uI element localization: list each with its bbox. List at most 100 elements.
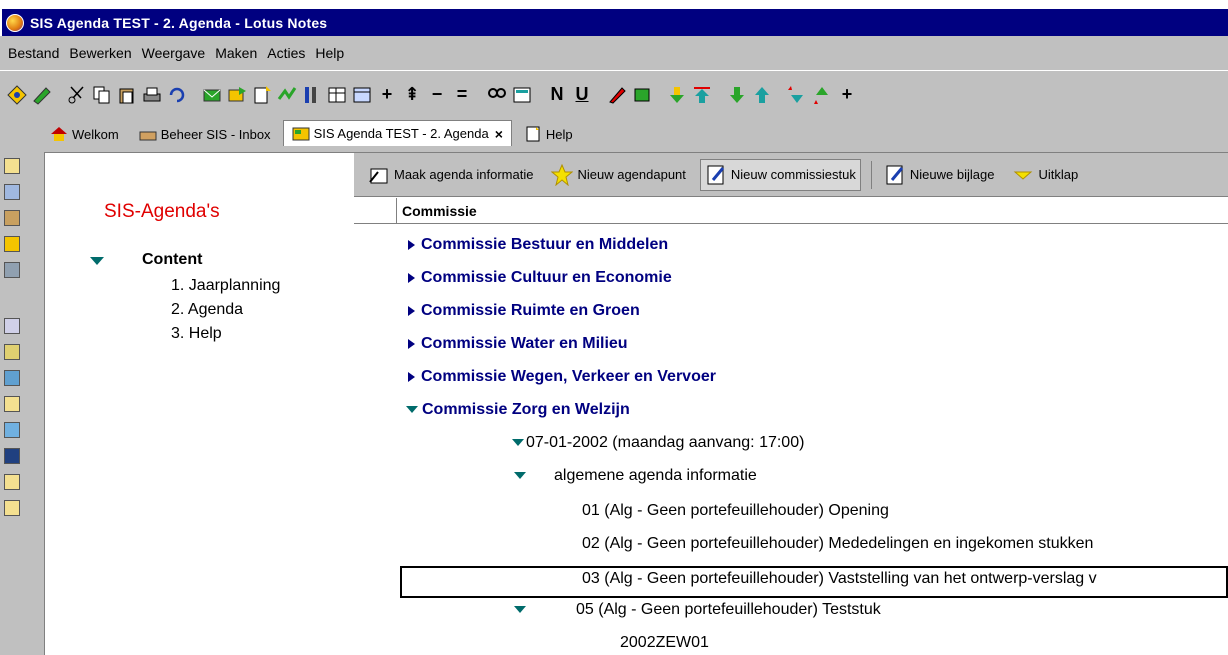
calendar-bookmark-icon[interactable] xyxy=(4,184,20,200)
document-title: 05 (Alg - Geen portefeuillehouder) Tests… xyxy=(576,601,881,618)
paste-icon[interactable] xyxy=(116,82,138,108)
expand-all-icon[interactable]: ⇞ xyxy=(401,82,423,108)
uitklap-button[interactable]: Uitklap xyxy=(1008,159,1082,191)
nav-section-content[interactable]: Content xyxy=(142,251,202,269)
favorites-bookmark-icon[interactable] xyxy=(4,344,20,360)
twistie-right-icon xyxy=(408,338,415,349)
close-icon[interactable]: × xyxy=(495,126,503,142)
search-icon[interactable] xyxy=(486,82,508,108)
button-label: Nieuw commissiestuk xyxy=(730,167,856,182)
response-row[interactable]: 2002ZEW01 xyxy=(354,634,1228,655)
category-row[interactable]: Commissie Water en Milieu xyxy=(354,335,1228,367)
replicator-bookmark-icon[interactable] xyxy=(4,262,20,278)
menu-maken[interactable]: Maken xyxy=(215,45,257,61)
menu-bestand[interactable]: Bestand xyxy=(8,45,59,61)
menu-bewerken[interactable]: Bewerken xyxy=(69,45,131,61)
category-row[interactable]: Commissie Wegen, Verkeer en Vervoer xyxy=(354,368,1228,400)
document-icon xyxy=(524,126,542,142)
sign-icon[interactable] xyxy=(276,82,298,108)
tab-beheer-inbox[interactable]: Beheer SIS - Inbox xyxy=(131,122,279,146)
button-label: Maak agenda informatie xyxy=(394,167,534,182)
category-label: Commissie Cultuur en Economie xyxy=(421,269,672,286)
next-doc-icon[interactable] xyxy=(726,82,748,108)
mail-icon[interactable] xyxy=(201,82,223,108)
web-bookmark-icon[interactable] xyxy=(4,370,20,386)
more-icon[interactable]: + xyxy=(836,82,858,108)
copy-icon[interactable] xyxy=(91,82,113,108)
menu-acties[interactable]: Acties xyxy=(267,45,305,61)
document-row[interactable]: 02 (Alg - Geen portefeuillehouder) Meded… xyxy=(354,535,1228,567)
prev-star-icon[interactable] xyxy=(811,82,833,108)
view-icon[interactable] xyxy=(351,82,373,108)
document-title: 03 (Alg - Geen portefeuillehouder) Vasts… xyxy=(582,570,1097,587)
navigate-icon[interactable] xyxy=(6,82,28,108)
attach-icon[interactable] xyxy=(631,82,653,108)
menu-help[interactable]: Help xyxy=(315,45,344,61)
search-bar-icon[interactable] xyxy=(511,82,533,108)
tab-label: Beheer SIS - Inbox xyxy=(160,126,271,142)
separator xyxy=(870,160,872,189)
forward-icon[interactable] xyxy=(226,82,248,108)
nav-item-agenda[interactable]: 2. Agenda xyxy=(171,301,243,319)
highlight-icon[interactable] xyxy=(606,82,628,108)
collapse-icon[interactable]: − xyxy=(426,82,448,108)
date-category-row[interactable]: 07-01-2002 (maandag aanvang: 17:00) xyxy=(354,434,1228,466)
news-bookmark-icon[interactable] xyxy=(4,448,20,464)
move-top-icon[interactable] xyxy=(691,82,713,108)
tab-sis-agenda[interactable]: SIS Agenda TEST - 2. Agenda × xyxy=(282,120,512,146)
category-row[interactable]: Commissie Ruimte en Groen xyxy=(354,302,1228,334)
document-row-selected[interactable]: 03 (Alg - Geen portefeuillehouder) Vasts… xyxy=(400,566,1228,598)
window-tab-bar: Welkom Beheer SIS - Inbox SIS Agenda TES… xyxy=(0,118,1228,146)
document-row-expanded[interactable]: 05 (Alg - Geen portefeuillehouder) Tests… xyxy=(354,601,1228,633)
action-bar: Maak agenda informatie Nieuw agendapunt … xyxy=(354,153,1228,197)
mail-bookmark-icon[interactable] xyxy=(4,158,20,174)
cut-icon[interactable] xyxy=(66,82,88,108)
next-unread-icon[interactable]: N xyxy=(546,82,568,108)
nieuw-agendapunt-button[interactable]: Nieuw agendapunt xyxy=(547,159,689,191)
document-row[interactable]: 01 (Alg - Geen portefeuillehouder) Openi… xyxy=(354,502,1228,534)
folder2-bookmark-icon[interactable] xyxy=(4,474,20,490)
nav-item-jaarplanning[interactable]: 1. Jaarplanning xyxy=(171,277,280,295)
collapse-all-icon[interactable]: = xyxy=(451,82,473,108)
properties-icon[interactable] xyxy=(301,82,323,108)
unread-marks-icon[interactable]: U xyxy=(571,82,593,108)
internet-bookmark-icon[interactable] xyxy=(4,422,20,438)
edit-icon[interactable] xyxy=(31,82,53,108)
navigator-pane: SIS-Agenda's Content 1. Jaarplanning 2. … xyxy=(44,152,354,655)
prev-doc-icon[interactable] xyxy=(751,82,773,108)
new-memo-icon[interactable] xyxy=(251,82,273,108)
nav-item-help[interactable]: 3. Help xyxy=(171,325,222,343)
table-icon[interactable] xyxy=(326,82,348,108)
title-bar-inner[interactable]: SIS Agenda TEST - 2. Agenda - Lotus Note… xyxy=(2,9,1228,36)
category-row-expanded[interactable]: Commissie Zorg en Welzijn xyxy=(354,401,1228,433)
subcategory-row[interactable]: algemene agenda informatie xyxy=(354,467,1228,499)
twistie-down-icon[interactable] xyxy=(90,257,104,265)
subcategory-label: algemene agenda informatie xyxy=(554,467,757,484)
lotus-notes-icon[interactable] xyxy=(6,13,24,32)
tab-label: Welkom xyxy=(72,126,119,142)
print-icon[interactable] xyxy=(141,82,163,108)
folder-bookmark-icon[interactable] xyxy=(4,396,20,412)
twistie-right-icon xyxy=(408,305,415,316)
todo-bookmark-icon[interactable] xyxy=(4,236,20,252)
title-bar: SIS Agenda TEST - 2. Agenda - Lotus Note… xyxy=(0,0,1228,36)
nieuwe-bijlage-button[interactable]: Nieuwe bijlage xyxy=(880,159,999,191)
next-star-icon[interactable] xyxy=(786,82,808,108)
address-book-bookmark-icon[interactable] xyxy=(4,210,20,226)
category-row[interactable]: Commissie Cultuur en Economie xyxy=(354,269,1228,301)
twistie-down-icon xyxy=(512,439,524,447)
move-down-icon[interactable] xyxy=(666,82,688,108)
maak-agenda-informatie-button[interactable]: Maak agenda informatie xyxy=(364,159,537,191)
refresh-icon[interactable] xyxy=(166,82,188,108)
column-commissie[interactable]: Commissie xyxy=(402,203,477,219)
databases-bookmark-icon[interactable] xyxy=(4,318,20,334)
tab-help[interactable]: Help xyxy=(516,122,581,146)
nieuw-commissiestuk-button[interactable]: Nieuw commissiestuk xyxy=(699,158,861,191)
column-divider xyxy=(396,198,397,224)
menu-weergave[interactable]: Weergave xyxy=(142,45,206,61)
tab-welkom[interactable]: Welkom xyxy=(42,122,127,146)
inbox-icon xyxy=(139,126,157,142)
folder3-bookmark-icon[interactable] xyxy=(4,500,20,516)
expand-icon[interactable]: + xyxy=(376,82,398,108)
category-row[interactable]: Commissie Bestuur en Middelen xyxy=(354,236,1228,268)
